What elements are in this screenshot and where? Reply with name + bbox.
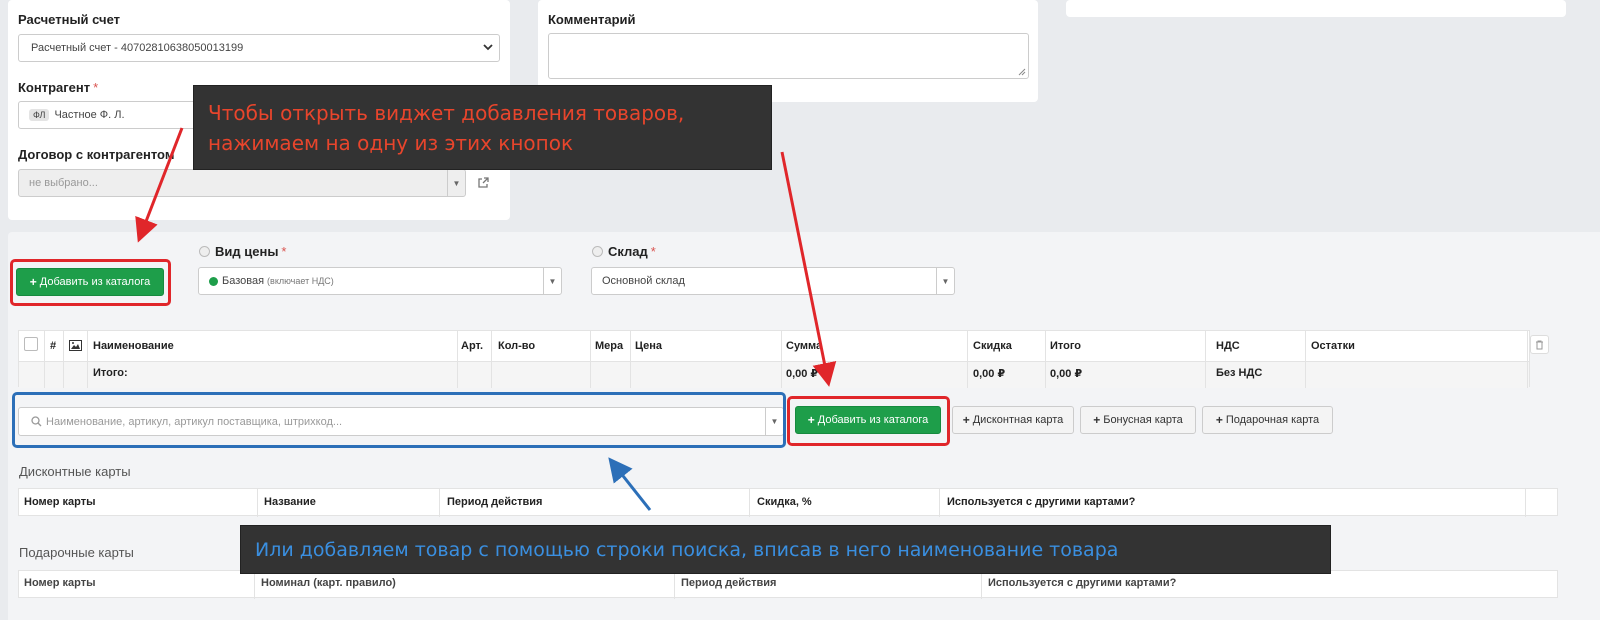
col-qty[interactable]: Кол-во [498,340,535,352]
totals-total: 0,00 ₽ [1050,368,1083,380]
table-totals-row [19,361,1529,388]
discount-col-name: Название [264,496,316,508]
gift-col-nominal: Номинал (карт. правило) [261,577,396,589]
chevron-down-icon [483,40,493,57]
account-select[interactable]: Расчетный счет - 40702810638050013199 [18,34,500,62]
gift-cards-title: Подарочные карты [19,545,134,560]
discount-col-discount: Скидка, % [757,496,812,508]
totals-label: Итого: [93,367,128,379]
col-discount[interactable]: Скидка [973,340,1012,352]
highlight-frame-search [12,392,786,448]
gift-col-combined: Используется с другими картами? [988,577,1177,589]
col-unit[interactable]: Мера [595,340,623,352]
contract-select[interactable]: не выбрано... ▼ [18,169,466,197]
col-stock[interactable]: Остатки [1311,340,1355,352]
contract-placeholder: не выбрано... [29,177,98,189]
external-link-icon [478,177,489,188]
comment-textarea[interactable] [548,33,1029,79]
callout-top-line2: нажимаем на одну из этих кнопок [208,131,574,155]
discount-card-button[interactable]: + Дисконтная карта [952,406,1074,434]
warehouse-label: Склад * [608,244,656,259]
highlight-frame-button [787,396,950,446]
status-dot-icon [209,276,218,286]
col-sum[interactable]: Сумма [786,340,822,352]
external-link-button[interactable] [469,169,497,197]
resize-handle-icon [1018,68,1026,76]
price-type-label: Вид цены * [215,244,287,259]
warehouse-select[interactable]: Основной склад ▼ [591,267,955,295]
bonus-card-button[interactable]: + Бонусная карта [1080,406,1196,434]
caret-down-icon: ▼ [447,170,465,196]
caret-down-icon: ▼ [543,268,561,294]
col-num: # [50,340,57,352]
required-mark: * [93,80,99,95]
gift-col-period: Период действия [681,577,777,589]
table-header-row [19,331,1529,361]
plus-icon: + [1093,413,1101,427]
trash-icon [1536,340,1543,349]
col-total[interactable]: Итого [1050,340,1081,352]
price-type-value: Базовая [222,275,265,287]
totals-sum: 0,00 ₽ [786,368,819,380]
price-type-note: (включает НДС) [267,276,334,286]
plus-icon: + [962,413,970,427]
account-value: Расчетный счет - 40702810638050013199 [31,42,244,54]
side-card [1066,0,1566,17]
discount-col-combined: Используется с другими картами? [947,496,1136,508]
discount-col-number: Номер карты [24,496,96,508]
col-vat[interactable]: НДС [1216,340,1240,352]
col-art[interactable]: Арт. [461,340,483,352]
caret-down-icon: ▼ [936,268,954,294]
gift-col-number: Номер карты [24,577,96,589]
goods-table [18,330,1530,388]
warehouse-radio-icon[interactable] [592,246,603,257]
price-type-select[interactable]: Базовая (включает НДС) ▼ [198,267,562,295]
callout-top-line1: Чтобы открыть виджет добавления товаров, [208,101,685,125]
totals-discount: 0,00 ₽ [973,368,1006,380]
select-all-checkbox[interactable] [24,337,38,351]
comment-label: Комментарий [548,12,636,27]
contract-label: Договор с контрагентом [18,147,175,162]
account-label: Расчетный счет [18,12,121,27]
image-icon [69,340,82,354]
gift-cards-table [18,570,1558,599]
contractor-label: Контрагент * [18,80,99,95]
gift-card-button[interactable]: + Подарочная карта [1202,406,1333,434]
callout-bottom: Или добавляем товар с помощью строки пои… [240,525,1331,574]
totals-vat: Без НДС [1216,367,1263,379]
highlight-frame-top-button [10,259,171,306]
contractor-type-tag: ФЛ [29,109,50,121]
discount-col-period: Период действия [447,496,543,508]
price-type-radio-icon[interactable] [199,246,210,257]
callout-top: Чтобы открыть виджет добавления товаров,… [193,85,772,170]
discount-cards-title: Дисконтные карты [19,464,131,479]
delete-all-button[interactable] [1530,335,1549,354]
col-price[interactable]: Цена [635,340,662,352]
callout-bottom-text: Или добавляем товар с помощью строки пои… [255,539,1119,561]
col-name[interactable]: Наименование [93,340,174,352]
warehouse-value: Основной склад [602,275,685,287]
contractor-value: Частное Ф. Л. [54,109,125,121]
plus-icon: + [1215,413,1223,427]
